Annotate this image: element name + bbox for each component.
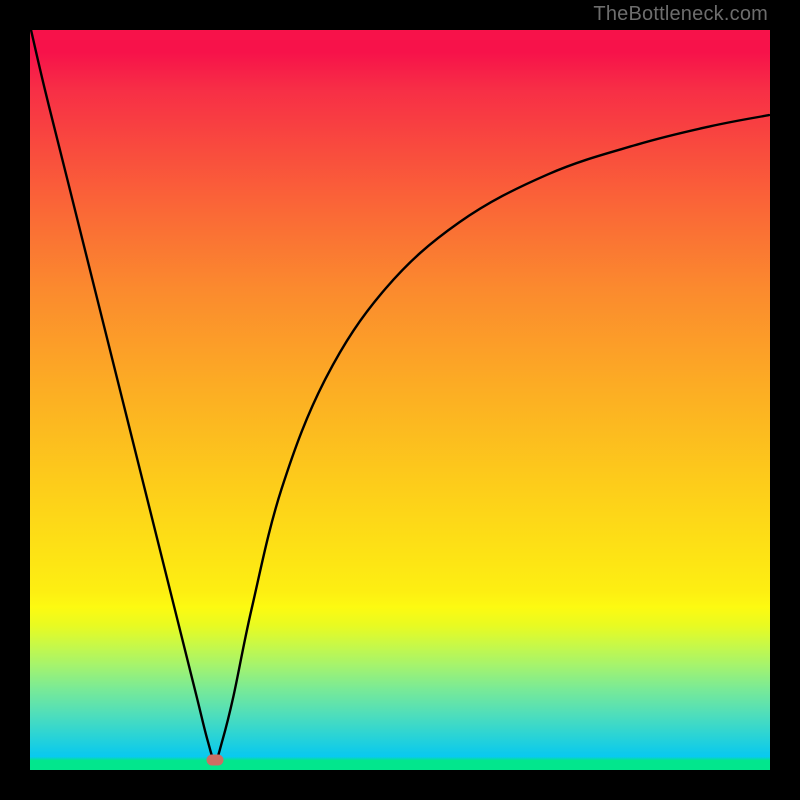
chart-frame: TheBottleneck.com bbox=[0, 0, 800, 800]
chart-svg bbox=[30, 30, 770, 770]
min-marker-icon bbox=[207, 755, 224, 766]
watermark-text: TheBottleneck.com bbox=[593, 3, 768, 26]
plot-area bbox=[30, 30, 770, 770]
bottleneck-curve bbox=[31, 30, 769, 760]
